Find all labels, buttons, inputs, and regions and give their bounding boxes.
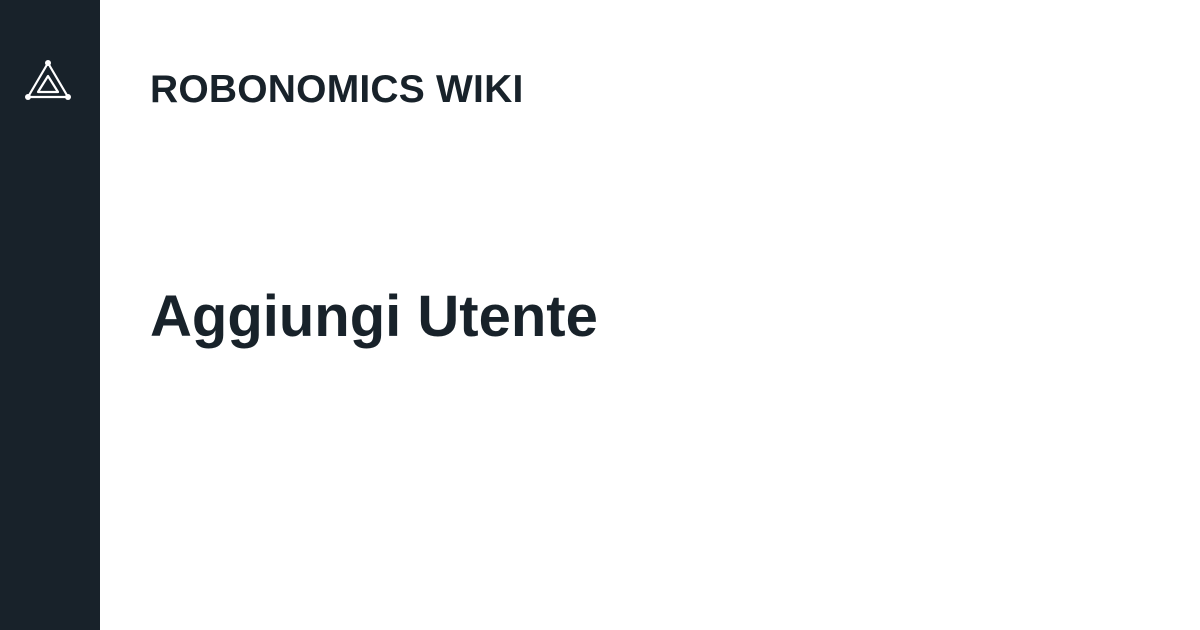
sidebar [0,0,100,630]
main-content: ROBONOMICS WIKI Aggiungi Utente [100,0,1200,630]
page-title: Aggiungi Utente [150,284,598,349]
page: ROBONOMICS WIKI Aggiungi Utente [0,0,1200,630]
robonomics-logo-icon [24,59,72,103]
site-title: ROBONOMICS WIKI [150,68,524,111]
